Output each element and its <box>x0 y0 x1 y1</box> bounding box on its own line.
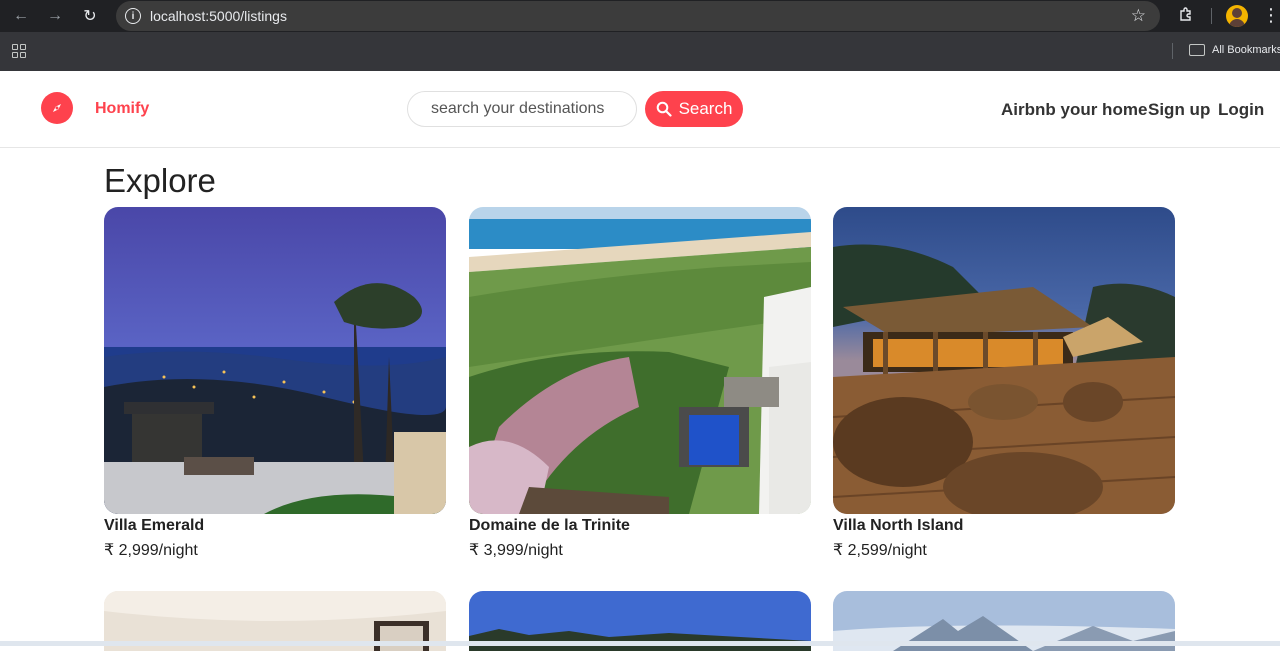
viewport-bottom-edge <box>0 641 1280 646</box>
forward-icon[interactable]: → <box>44 5 66 27</box>
address-url[interactable]: localhost:5000/listings <box>150 8 287 24</box>
search-button-label: Search <box>678 99 733 118</box>
listing-price: ₹ 2,999/night <box>104 542 198 559</box>
search-button[interactable]: Search <box>645 91 743 127</box>
listing-title[interactable]: Villa North Island <box>833 517 963 535</box>
brand-name[interactable]: Homify <box>95 100 149 118</box>
search-icon <box>656 101 672 117</box>
address-bar[interactable]: i localhost:5000/listings ☆ <box>116 1 1160 31</box>
listing-title[interactable]: Domaine de la Trinite <box>469 517 630 535</box>
site-navbar: Homify Search Airbnb your home Sign up L… <box>0 71 1280 148</box>
browser-toolbar: ← → ↻ i localhost:5000/listings ☆ ⋮ <box>0 0 1280 32</box>
bookmarks-divider <box>1172 43 1173 59</box>
listing-price: ₹ 2,599/night <box>833 542 927 559</box>
signup-link[interactable]: Sign up <box>1148 100 1210 120</box>
browser-chrome: ← → ↻ i localhost:5000/listings ☆ ⋮ All … <box>0 0 1280 71</box>
login-link[interactable]: Login <box>1218 100 1264 120</box>
listing-price: ₹ 3,999/night <box>469 542 563 559</box>
folder-icon[interactable] <box>1189 44 1205 56</box>
listing-image[interactable] <box>469 207 811 514</box>
page-title: Explore <box>104 162 216 199</box>
bookmark-star-icon[interactable]: ☆ <box>1131 6 1146 26</box>
search-input[interactable] <box>407 91 637 127</box>
compass-logo-icon[interactable] <box>41 92 73 124</box>
toolbar-divider <box>1211 8 1212 24</box>
reload-icon[interactable]: ↻ <box>79 5 101 27</box>
listing-image[interactable] <box>104 207 446 514</box>
site-info-icon[interactable]: i <box>125 8 141 24</box>
all-bookmarks-link[interactable]: All Bookmarks <box>1212 44 1280 56</box>
listing-image[interactable] <box>833 207 1175 514</box>
apps-grid-icon[interactable] <box>12 44 26 58</box>
back-icon[interactable]: ← <box>10 5 32 27</box>
profile-avatar[interactable] <box>1226 5 1248 27</box>
extensions-icon[interactable] <box>1176 5 1196 25</box>
listing-title[interactable]: Villa Emerald <box>104 517 204 535</box>
bookmarks-bar: All Bookmarks <box>0 32 1280 71</box>
browser-menu-icon[interactable]: ⋮ <box>1262 5 1280 25</box>
airbnb-your-home-link[interactable]: Airbnb your home <box>1001 100 1147 120</box>
